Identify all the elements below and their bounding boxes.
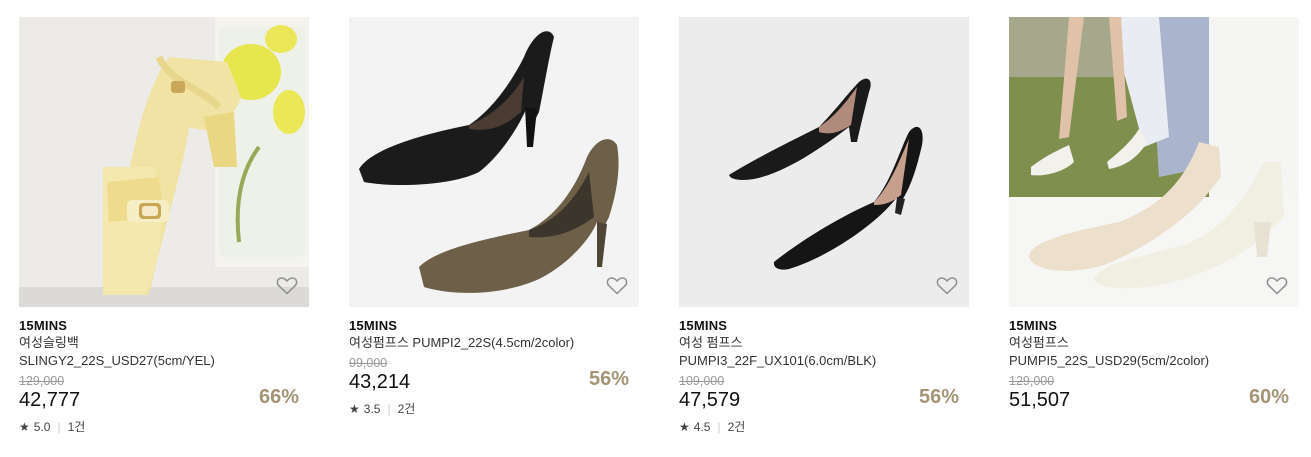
black-suede-pumps-photo — [679, 17, 969, 307]
product-name-line1[interactable]: 여성 펌프스 — [679, 334, 969, 352]
sale-price: 42,777 — [19, 389, 81, 411]
rating-value: 5.0 — [33, 420, 51, 434]
product-card[interactable]: 15MINS 여성슬링백 SLINGY2_22S_USD27(5cm/YEL) … — [19, 17, 309, 434]
product-name-line1[interactable]: 여성펌프스 — [1009, 334, 1299, 352]
product-image[interactable] — [19, 17, 309, 307]
heart-outline-icon[interactable] — [275, 273, 299, 297]
divider: | — [387, 402, 391, 416]
rating-value: 4.5 — [693, 420, 711, 434]
product-image[interactable] — [679, 17, 969, 307]
divider: | — [717, 420, 721, 434]
star-icon: ★ — [19, 420, 30, 434]
heart-outline-icon[interactable] — [935, 273, 959, 297]
yellow-slingback-photo — [19, 17, 309, 307]
brand-name[interactable]: 15MINS — [19, 318, 309, 334]
rating-row: ★ 4.5 | 2건 — [679, 420, 969, 434]
product-name-line2[interactable]: PUMPI5_22S_USD29(5cm/2color) — [1009, 352, 1299, 370]
brand-name[interactable]: 15MINS — [349, 318, 639, 334]
product-name-line1[interactable]: 여성슬링백 — [19, 334, 309, 352]
rating-value: 3.5 — [363, 402, 381, 416]
black-olive-pumps-photo — [349, 17, 639, 307]
review-count: 2건 — [397, 402, 416, 416]
sale-price: 47,579 — [679, 389, 741, 411]
rating-row: ★ 5.0 | 1건 — [19, 420, 309, 434]
divider: | — [57, 420, 61, 434]
product-card[interactable]: 15MINS 여성 펌프스 PUMPI3_22F_UX101(6.0cm/BLK… — [679, 17, 969, 434]
product-card[interactable]: 15MINS 여성펌프스 PUMPI5_22S_USD29(5cm/2color… — [1009, 17, 1299, 412]
discount-rate: 56% — [918, 386, 959, 408]
brand-name[interactable]: 15MINS — [1009, 318, 1299, 334]
review-count: 2건 — [727, 420, 746, 434]
product-image[interactable] — [349, 17, 639, 307]
sale-price: 43,214 — [349, 371, 411, 393]
product-name-line2[interactable]: PUMPI3_22F_UX101(6.0cm/BLK) — [679, 352, 969, 370]
heart-outline-icon[interactable] — [605, 273, 629, 297]
beige-ivory-pumps-photo — [1009, 17, 1299, 307]
star-icon: ★ — [679, 420, 690, 434]
discount-rate: 60% — [1248, 386, 1289, 408]
product-image[interactable] — [1009, 17, 1299, 307]
brand-name[interactable]: 15MINS — [679, 318, 969, 334]
star-icon: ★ — [349, 402, 360, 416]
discount-rate: 66% — [258, 386, 299, 408]
heart-outline-icon[interactable] — [1265, 273, 1289, 297]
sale-price: 51,507 — [1009, 389, 1071, 411]
product-grid: 15MINS 여성슬링백 SLINGY2_22S_USD27(5cm/YEL) … — [0, 0, 1311, 457]
discount-rate: 56% — [588, 368, 629, 390]
rating-row: ★ 3.5 | 2건 — [349, 402, 639, 416]
product-card[interactable]: 15MINS 여성펌프스 PUMPI2_22S(4.5cm/2color) 99… — [349, 17, 639, 416]
product-name-line1[interactable]: 여성펌프스 PUMPI2_22S(4.5cm/2color) — [349, 334, 639, 352]
review-count: 1건 — [67, 420, 86, 434]
product-name-line2[interactable]: SLINGY2_22S_USD27(5cm/YEL) — [19, 352, 309, 370]
